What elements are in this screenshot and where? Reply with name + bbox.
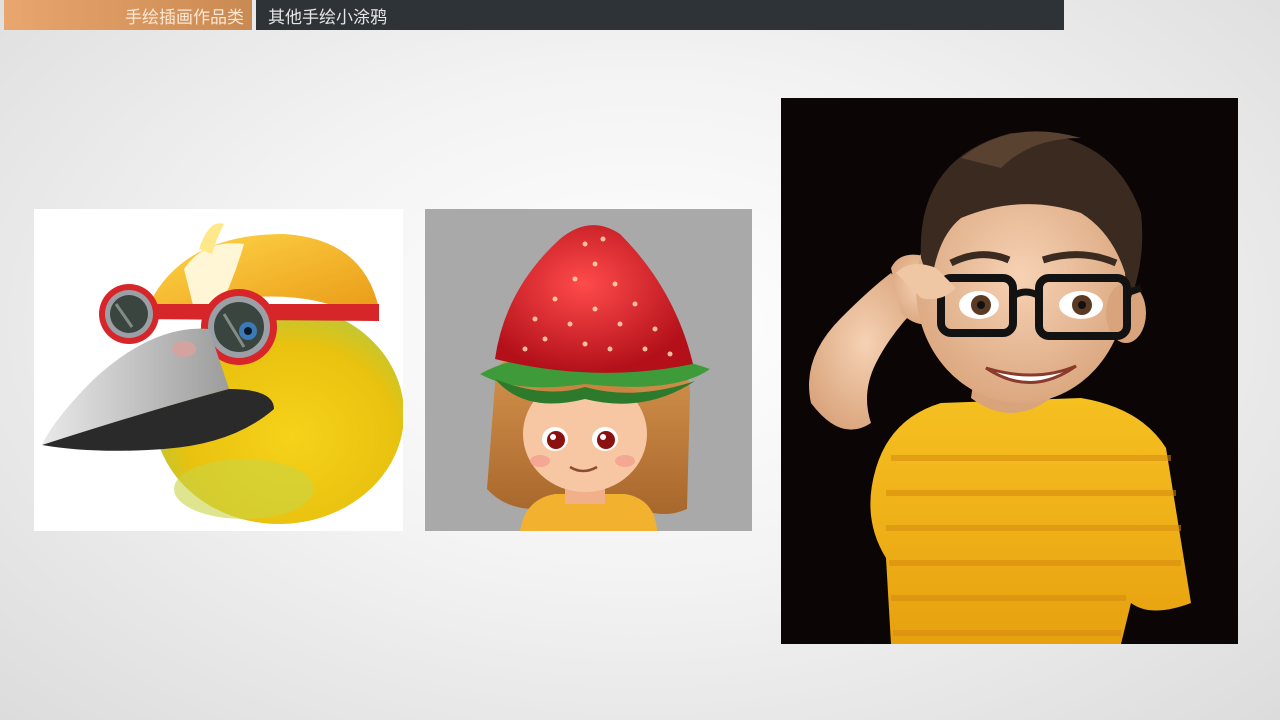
- boy-illustration: [781, 98, 1238, 644]
- category-label: 手绘插画作品类: [4, 0, 252, 30]
- girl-illustration: [425, 209, 752, 531]
- yellow-bird-with-goggles-illustration: [42, 223, 403, 524]
- boy-with-glasses-illustration: [809, 131, 1191, 644]
- bird-illustration: [34, 209, 403, 531]
- strawberry-hat-girl-illustration: [480, 225, 710, 531]
- section-title: 其他手绘小涂鸦: [256, 0, 1064, 30]
- section-title-text: 其他手绘小涂鸦: [268, 7, 387, 28]
